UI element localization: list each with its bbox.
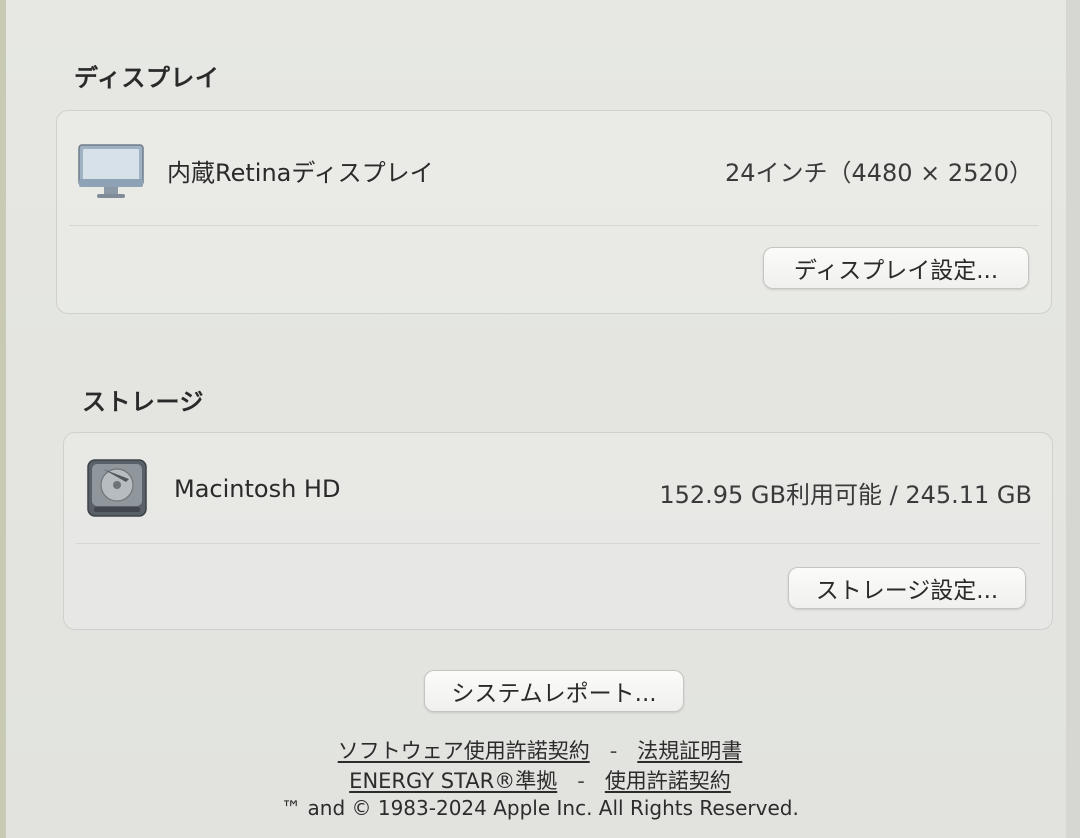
storage-settings-button[interactable]: ストレージ設定... bbox=[788, 567, 1026, 609]
license-agreement-link[interactable]: 使用許諾契約 bbox=[605, 769, 731, 793]
footer-separator: - bbox=[609, 739, 618, 763]
disk-name-label: Macintosh HD bbox=[174, 475, 341, 503]
display-card: 内蔵Retinaディスプレイ 24インチ（4480 × 2520） ディスプレイ… bbox=[56, 110, 1052, 314]
display-name-label: 内蔵Retinaディスプレイ bbox=[167, 159, 434, 187]
software-license-link[interactable]: ソフトウェア使用許諾契約 bbox=[338, 739, 590, 763]
display-section-title: ディスプレイ bbox=[74, 64, 220, 92]
hard-disk-icon bbox=[87, 459, 147, 517]
display-settings-button[interactable]: ディスプレイ設定... bbox=[763, 247, 1029, 289]
storage-card-divider bbox=[76, 543, 1040, 544]
about-this-mac-panel: ディスプレイ 内蔵Retinaディスプレイ 24インチ（4480 × 2520）… bbox=[6, 0, 1068, 838]
footer-links-line-2: ENERGY STAR®準拠 - 使用許諾契約 bbox=[0, 765, 1080, 795]
screen-bezel-right bbox=[1066, 0, 1080, 838]
storage-section-title: ストレージ bbox=[82, 388, 205, 416]
display-icon bbox=[78, 144, 144, 198]
regulatory-link[interactable]: 法規証明書 bbox=[637, 739, 742, 763]
display-spec-value: 24インチ（4480 × 2520） bbox=[724, 159, 1033, 187]
footer-links-line-1: ソフトウェア使用許諾契約 - 法規証明書 bbox=[0, 735, 1080, 765]
disk-capacity-value: 152.95 GB利用可能 / 245.11 GB bbox=[659, 481, 1032, 509]
storage-card: Macintosh HD 152.95 GB利用可能 / 245.11 GB ス… bbox=[63, 432, 1053, 630]
footer-separator: - bbox=[577, 769, 585, 793]
energy-star-link[interactable]: ENERGY STAR®準拠 bbox=[349, 769, 557, 793]
display-card-divider bbox=[69, 225, 1039, 226]
system-report-button[interactable]: システムレポート... bbox=[424, 670, 684, 712]
copyright-text: ™ and © 1983-2024 Apple Inc. All Rights … bbox=[281, 796, 799, 820]
